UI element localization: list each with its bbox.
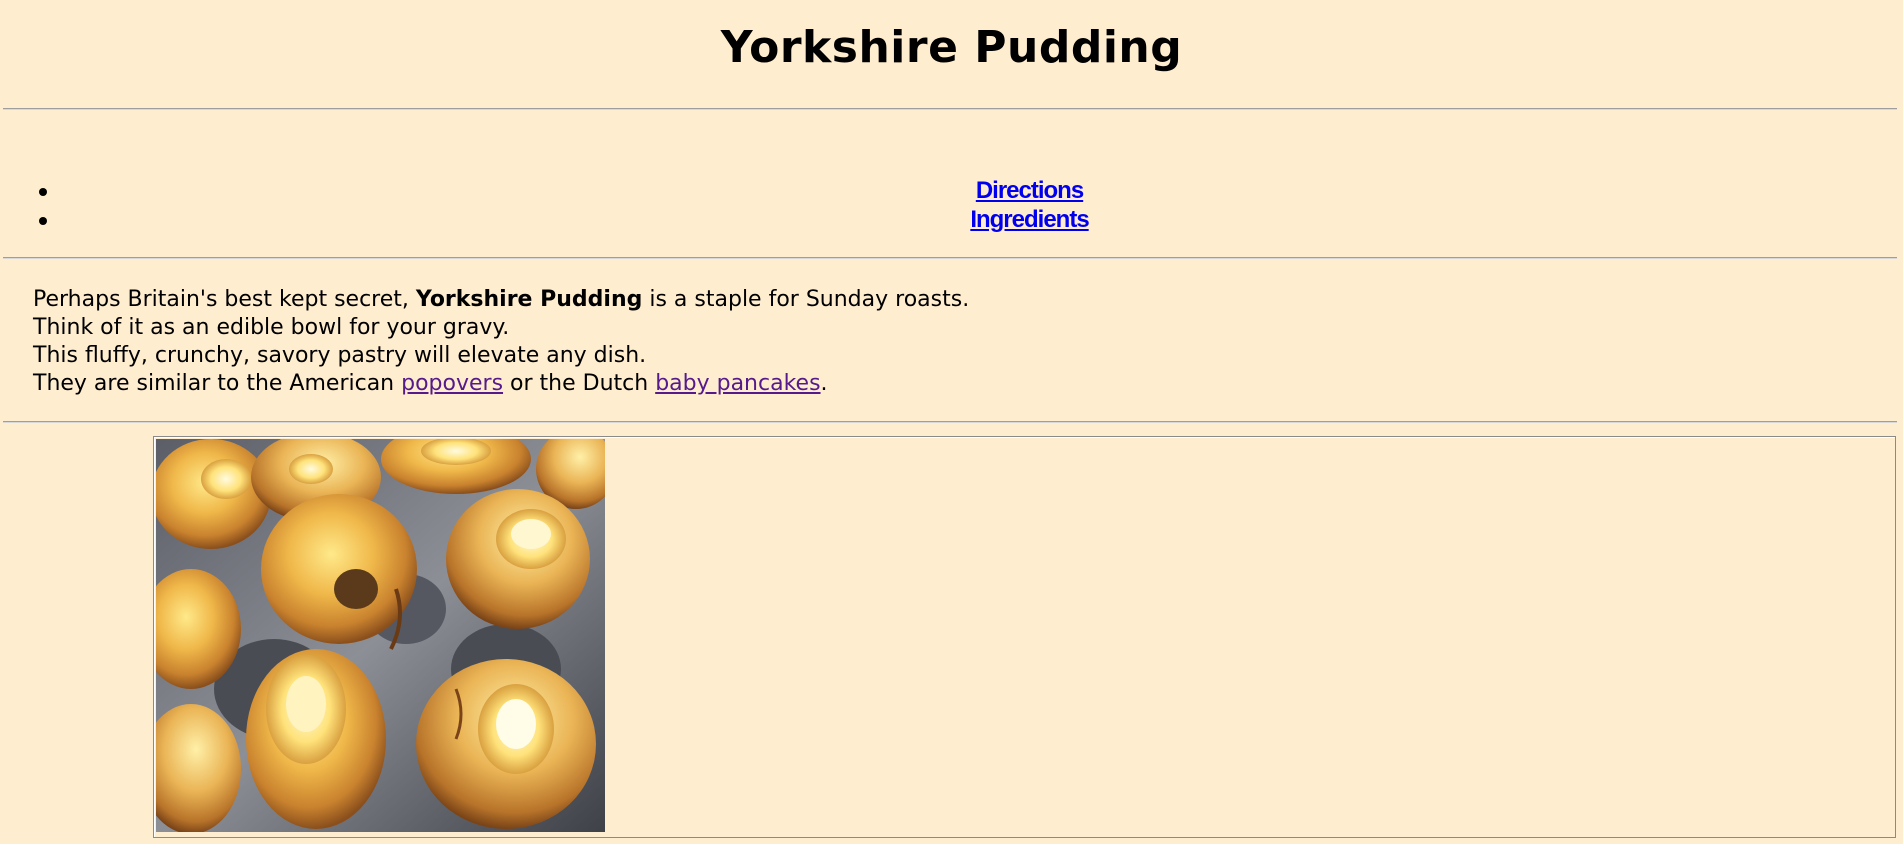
nav-list-item: Directions	[0, 176, 1903, 205]
dish-name: Yorkshire Pudding	[415, 287, 643, 312]
section-nav-list: Directions Ingredients	[0, 176, 1903, 234]
recipe-page: Yorkshire Pudding Directions Ingredients…	[0, 0, 1903, 844]
intro-line-1: Perhaps Britain's best kept secret, York…	[33, 286, 969, 314]
yorkshire-pudding-photo	[156, 439, 605, 832]
photo-frame	[153, 436, 1896, 838]
intro-text: or the Dutch	[503, 371, 656, 396]
baby-pancakes-link[interactable]: baby pancakes	[655, 371, 820, 396]
directions-link[interactable]: Directions	[976, 177, 1084, 204]
nav-list-item: Ingredients	[0, 205, 1903, 234]
intro-line-2: Think of it as an edible bowl for your g…	[33, 315, 510, 340]
intro-line-4: They are similar to the American popover…	[33, 370, 969, 398]
popovers-link[interactable]: popovers	[401, 371, 503, 396]
intro-text: is a staple for Sunday roasts.	[642, 287, 970, 312]
divider	[3, 257, 1897, 259]
intro-text: .	[820, 371, 828, 396]
divider	[3, 108, 1897, 110]
divider	[3, 421, 1897, 423]
ingredients-link[interactable]: Ingredients	[970, 206, 1089, 233]
intro-text: They are similar to the American	[33, 371, 402, 396]
intro-line-3: This fluffy, crunchy, savory pastry will…	[33, 343, 647, 368]
page-title: Yorkshire Pudding	[720, 22, 1183, 73]
intro-text: Perhaps Britain's best kept secret,	[33, 287, 416, 312]
intro-paragraph: Perhaps Britain's best kept secret, York…	[33, 286, 969, 398]
